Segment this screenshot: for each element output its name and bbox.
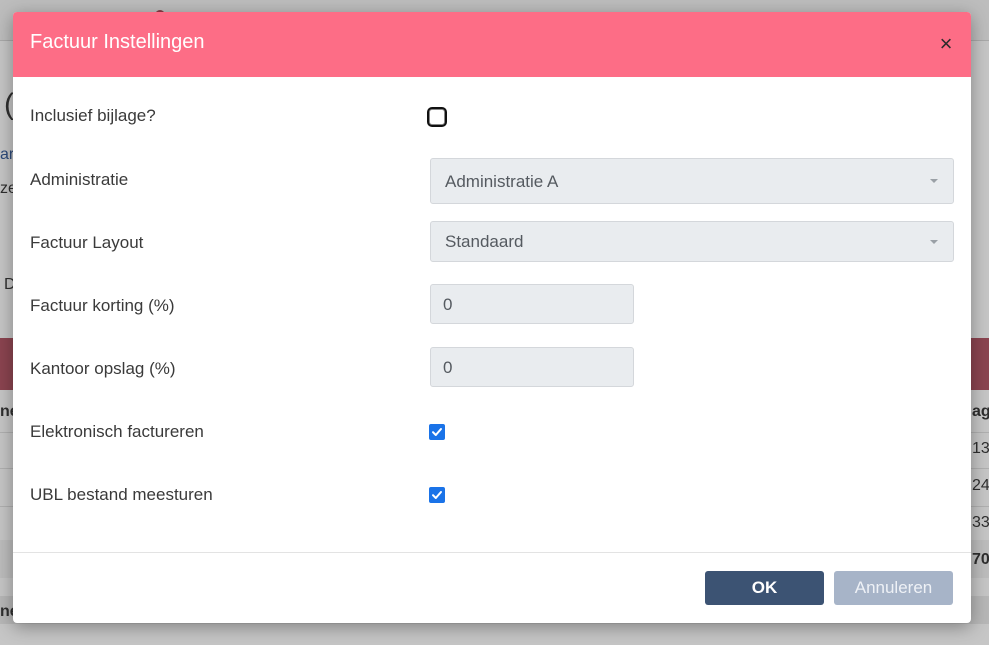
checkbox-box bbox=[429, 109, 445, 125]
background-text-fragment: 13 bbox=[972, 440, 989, 457]
invoice-discount-input[interactable]: 0 bbox=[430, 284, 634, 324]
invoice-layout-selected-value: Standaard bbox=[445, 232, 524, 251]
background-text-fragment: 70 bbox=[972, 551, 989, 568]
invoice-layout-select[interactable]: Standaard bbox=[430, 221, 954, 262]
include-attachment-label: Inclusief bijlage? bbox=[30, 106, 156, 125]
administration-selected-value: Administratie A bbox=[445, 172, 559, 191]
office-surcharge-value: 0 bbox=[443, 358, 453, 377]
electronic-invoicing-label: Elektronisch factureren bbox=[30, 422, 204, 441]
chevron-down-icon bbox=[930, 179, 938, 183]
administration-label: Administratie bbox=[30, 170, 129, 189]
ubl-file-label: UBL bestand meesturen bbox=[30, 485, 213, 504]
chevron-down-icon bbox=[930, 240, 938, 244]
office-surcharge-label: Kantoor opslag (%) bbox=[30, 359, 176, 378]
ubl-file-checkbox[interactable] bbox=[429, 487, 445, 503]
checkmark-icon bbox=[432, 428, 442, 436]
dialog-header: Factuur Instellingen × bbox=[13, 12, 971, 77]
checkbox-box bbox=[429, 424, 445, 440]
include-attachment-checkbox[interactable] bbox=[429, 109, 445, 125]
invoice-discount-value: 0 bbox=[443, 295, 453, 314]
invoice-discount-label: Factuur korting (%) bbox=[30, 296, 175, 315]
background-text-fragment: ag bbox=[972, 403, 989, 420]
dialog-footer-divider bbox=[13, 552, 971, 553]
checkbox-box bbox=[429, 487, 445, 503]
electronic-invoicing-checkbox[interactable] bbox=[429, 424, 445, 440]
administration-select[interactable]: Administratie A bbox=[430, 158, 954, 204]
invoice-layout-label: Factuur Layout bbox=[30, 233, 144, 252]
background-text-fragment: 33 bbox=[972, 514, 989, 531]
close-icon[interactable]: × bbox=[933, 32, 959, 56]
ok-button[interactable]: OK bbox=[705, 571, 824, 605]
invoice-settings-dialog: Factuur Instellingen × Inclusief bijlage… bbox=[13, 12, 971, 623]
office-surcharge-input[interactable]: 0 bbox=[430, 347, 634, 387]
dialog-title: Factuur Instellingen bbox=[30, 31, 205, 53]
checkmark-icon bbox=[432, 491, 442, 499]
background-text-fragment: 24 bbox=[972, 477, 989, 494]
cancel-button[interactable]: Annuleren bbox=[834, 571, 953, 605]
